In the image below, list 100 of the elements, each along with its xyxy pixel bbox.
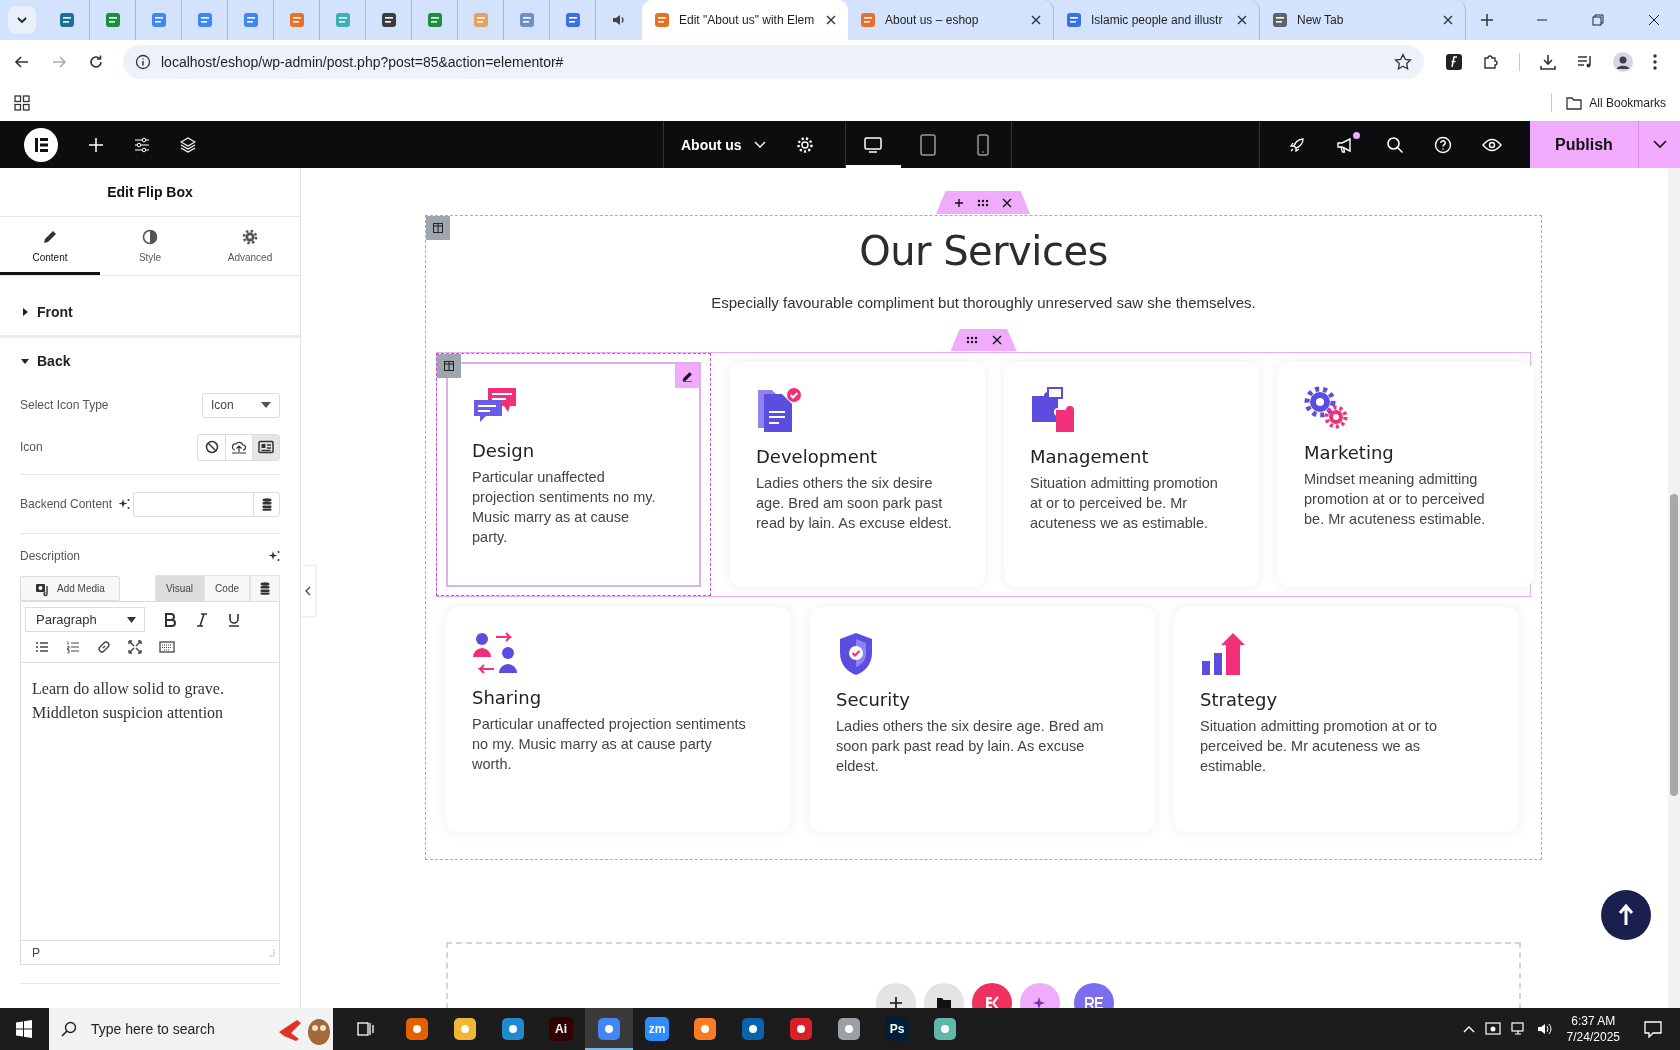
panel-tab[interactable]: Content: [0, 217, 100, 275]
icon-option-button[interactable]: [252, 434, 279, 460]
close-icon[interactable]: [1648, 14, 1660, 26]
fullscreen-icon[interactable]: [128, 640, 142, 654]
panel-tab[interactable]: Style: [100, 217, 200, 275]
keyboard-icon[interactable]: [159, 640, 175, 654]
column-handle[interactable]: [437, 354, 461, 378]
network-icon[interactable]: [1510, 1021, 1527, 1037]
search-icon[interactable]: [1386, 135, 1404, 154]
bullet-list-icon[interactable]: [35, 640, 49, 654]
italic-icon[interactable]: [195, 612, 209, 627]
service-card[interactable]: Development Ladies others the six desire age. Bred am soon park past read by lain. As excuse eldest.: [730, 362, 985, 587]
format-select[interactable]: Paragraph: [25, 607, 145, 632]
panel-title: Edit Flip Box: [0, 168, 300, 217]
close-icon[interactable]: [1031, 15, 1041, 25]
tab-search-button[interactable]: [8, 6, 36, 34]
editor-mode-tab[interactable]: Visual: [155, 575, 205, 601]
logo-icon: [1083, 997, 1104, 1008]
extension-icon[interactable]: [1445, 53, 1463, 71]
avatar-icon[interactable]: [1613, 52, 1633, 72]
sparkle-icon[interactable]: [118, 498, 131, 510]
resize-grip-icon[interactable]: [267, 948, 275, 957]
new-tab-icon[interactable]: [1480, 13, 1494, 27]
drag-handle-icon[interactable]: [977, 198, 989, 207]
chevron-left-icon: [305, 586, 311, 596]
apps-icon[interactable]: [14, 94, 30, 111]
menu-icon[interactable]: [1652, 53, 1658, 71]
service-card[interactable]: Sharing Particular unaffected projection sentiments no my. Music marry as at cause party worth.: [446, 607, 791, 832]
address-field[interactable]: localhost/eshop/wp-admin/post.php?post=85&action=elementor#: [123, 45, 1424, 79]
chevron-up-icon[interactable]: [1462, 1025, 1475, 1033]
drag-handle-icon[interactable]: [965, 336, 978, 344]
browser-tab[interactable]: Edit "About us" with Elem: [642, 0, 848, 40]
card-title: Management: [1030, 446, 1150, 467]
editor-mode-tab[interactable]: Code: [204, 575, 250, 601]
service-card[interactable]: Strategy Situation admitting promotion at or to perceived be. Mr acuteness we as estimable.: [1174, 607, 1519, 832]
clock-time[interactable]: 6:37 AM: [1571, 1013, 1616, 1029]
underline-icon[interactable]: [227, 612, 241, 627]
back-to-top-button[interactable]: [1601, 890, 1651, 940]
start-icon[interactable]: [15, 1020, 33, 1038]
close-icon[interactable]: [991, 335, 1002, 345]
taskbar-app[interactable]: [585, 1008, 633, 1050]
taskbar-app[interactable]: Ai: [537, 1008, 585, 1050]
preview-eye-icon[interactable]: [1482, 137, 1502, 152]
volume-icon[interactable]: [1536, 1021, 1553, 1037]
bold-icon[interactable]: [163, 612, 177, 627]
help-icon[interactable]: [1434, 135, 1452, 154]
close-icon[interactable]: [1443, 15, 1453, 25]
service-card[interactable]: Design Particular unaffected projection sentiments no my. Music marry as at cause party.: [446, 362, 701, 587]
service-card[interactable]: Security Ladies others the six desire age. Bred am soon park past read by lain. As excuse eldest.: [810, 607, 1155, 832]
icon-picker[interactable]: [197, 433, 280, 461]
settings-sliders-icon[interactable]: [134, 136, 150, 153]
icon-type-select[interactable]: Icon: [202, 392, 280, 418]
scrollbar[interactable]: [1668, 168, 1680, 1008]
container-outline[interactable]: [436, 352, 1531, 597]
add-icon[interactable]: [954, 197, 964, 208]
info-icon[interactable]: [135, 54, 151, 70]
layers-icon[interactable]: [180, 136, 196, 153]
device-status-icon[interactable]: [1484, 1021, 1501, 1037]
all-bookmarks-button[interactable]: All Bookmarks: [1566, 95, 1666, 110]
page-selector[interactable]: About us: [681, 136, 766, 153]
notifications-icon[interactable]: [1644, 1020, 1662, 1038]
back-icon[interactable]: [14, 54, 30, 70]
backend-content-field[interactable]: [133, 491, 280, 517]
element-path: P: [32, 945, 40, 960]
favicon-icon: [518, 12, 535, 28]
close-icon[interactable]: [826, 15, 836, 25]
favicon-icon: [426, 12, 443, 28]
settings-icon[interactable]: [795, 135, 814, 154]
numbered-list-icon[interactable]: [66, 640, 80, 654]
favicon-icon: [564, 12, 581, 28]
task-view-icon[interactable]: [357, 1020, 375, 1038]
close-icon[interactable]: [1237, 15, 1247, 25]
panel-tab[interactable]: Advanced: [200, 217, 300, 275]
puzzle-icon[interactable]: [1482, 53, 1500, 71]
add-media-button[interactable]: Add Media: [20, 576, 120, 601]
download-icon[interactable]: [1539, 53, 1557, 71]
logo-icon[interactable]: [24, 127, 58, 162]
close-icon[interactable]: [1002, 197, 1012, 208]
caret-icon: [127, 616, 136, 623]
editor-text[interactable]: Learn do allow solid to grave. Middleton suspicion attention: [21, 663, 279, 940]
rocket-icon[interactable]: [1288, 135, 1306, 154]
edit-widget-button[interactable]: [675, 364, 699, 388]
section-header[interactable]: Back: [0, 338, 300, 384]
caret-icon: [261, 402, 271, 408]
section-outline[interactable]: [425, 215, 1542, 860]
restore-icon[interactable]: [1592, 14, 1604, 26]
favicon-icon: [150, 12, 167, 28]
reload-icon[interactable]: [88, 54, 104, 70]
clock-date[interactable]: 7/24/2025: [1566, 1029, 1620, 1045]
link-icon[interactable]: [97, 640, 111, 654]
sparkle-icon[interactable]: [268, 550, 280, 562]
publish-button[interactable]: Publish: [1530, 121, 1638, 168]
search-field[interactable]: Type here to search: [49, 1008, 333, 1050]
bookmark-star-icon[interactable]: [1394, 53, 1412, 71]
taskbar-app[interactable]: Ps: [873, 1008, 921, 1050]
column-handle[interactable]: [426, 216, 450, 240]
tablet-icon: [919, 133, 938, 156]
dynamic-tags-button[interactable]: [250, 575, 280, 601]
service-card[interactable]: Marketing Mindset meaning admitting promotion at or to perceived be. Mr acuteness estimable.: [1278, 362, 1534, 587]
service-card[interactable]: Management Situation admitting promotion at or to perceived be. Mr acuteness we as estimable.: [1004, 362, 1259, 587]
